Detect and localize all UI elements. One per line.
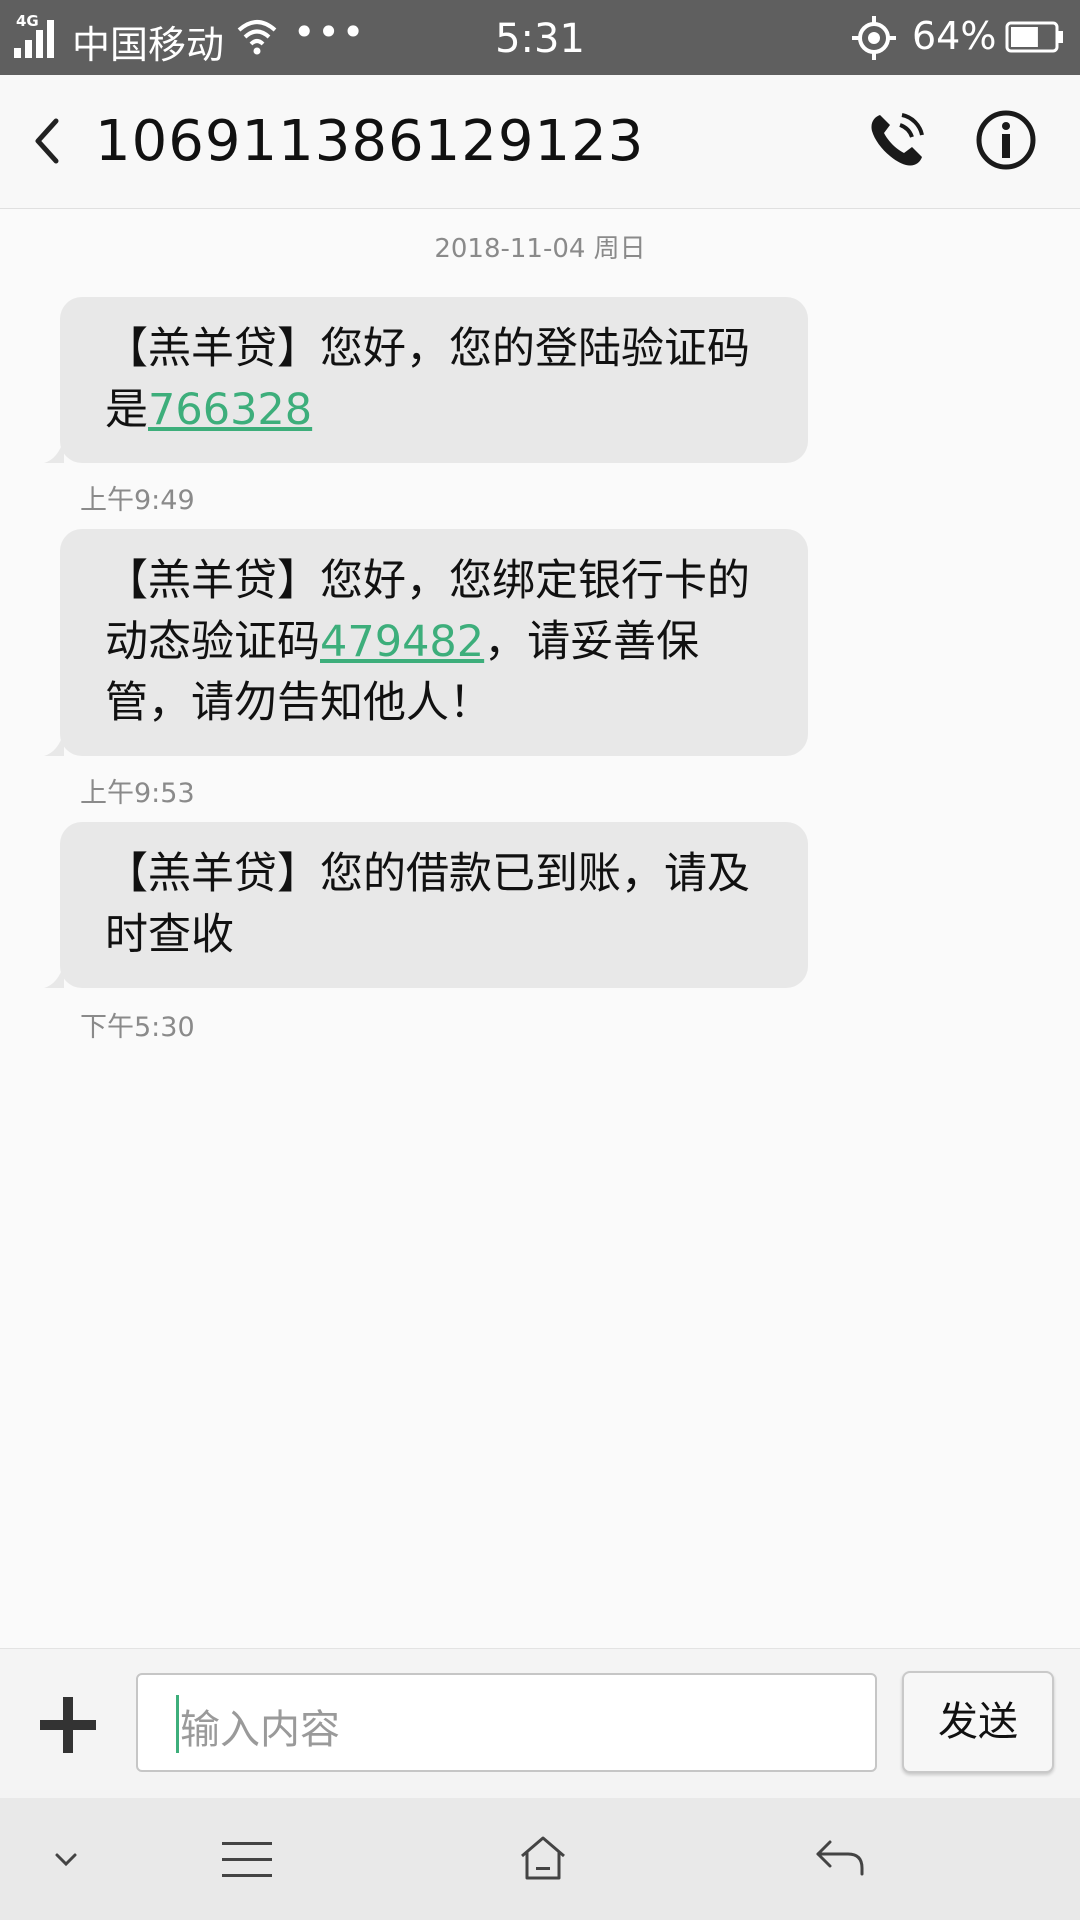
message-text: 【羔羊贷】您的借款已到账，请及时查收 — [105, 849, 750, 960]
bubble-tail — [44, 964, 64, 988]
back-icon[interactable] — [814, 1838, 866, 1878]
send-button[interactable]: 发送 — [902, 1671, 1054, 1773]
text-cursor — [176, 1695, 179, 1753]
chevron-left-icon[interactable] — [30, 115, 66, 167]
home-icon[interactable] — [518, 1834, 568, 1882]
bubble-tail — [44, 439, 64, 463]
verification-code-link[interactable]: 479482 — [320, 617, 484, 667]
verification-code-link[interactable]: 766328 — [148, 385, 312, 435]
battery-icon — [1005, 21, 1063, 53]
date-separator: 2018-11-04 周日 — [434, 234, 646, 264]
message-input-placeholder: 输入内容 — [180, 1707, 340, 1753]
composer-bar: 输入内容 发送 — [0, 1648, 1080, 1799]
phone-call-icon[interactable] — [866, 109, 928, 171]
system-nav-bar — [0, 1798, 1080, 1920]
message-bubble[interactable]: 【羔羊贷】您好，您的登陆验证码是766328 — [44, 297, 808, 463]
battery-fill — [1011, 27, 1038, 47]
bubble-tail — [44, 732, 64, 756]
status-bar: 4G 中国移动 ••• 5:31 64% — [0, 0, 1080, 75]
message-time: 下午5:30 — [80, 1012, 195, 1043]
conversation-header: 106911386129123 — [0, 75, 1080, 209]
message-bubble[interactable]: 【羔羊贷】您好，您绑定银行卡的动态验证码479482，请妥善保管，请勿告知他人！ — [44, 529, 808, 756]
contact-number: 106911386129123 — [95, 109, 645, 174]
chevron-down-icon[interactable] — [54, 1852, 78, 1868]
message-time: 上午9:49 — [80, 485, 195, 516]
plus-icon[interactable] — [38, 1695, 98, 1755]
battery-percent: 64% — [912, 14, 997, 58]
location-icon — [852, 16, 896, 60]
message-input[interactable]: 输入内容 — [136, 1673, 877, 1772]
info-icon[interactable] — [974, 108, 1038, 172]
message-bubble[interactable]: 【羔羊贷】您的借款已到账，请及时查收 — [44, 822, 808, 988]
message-time: 上午9:53 — [80, 778, 195, 809]
menu-icon[interactable] — [222, 1840, 272, 1880]
